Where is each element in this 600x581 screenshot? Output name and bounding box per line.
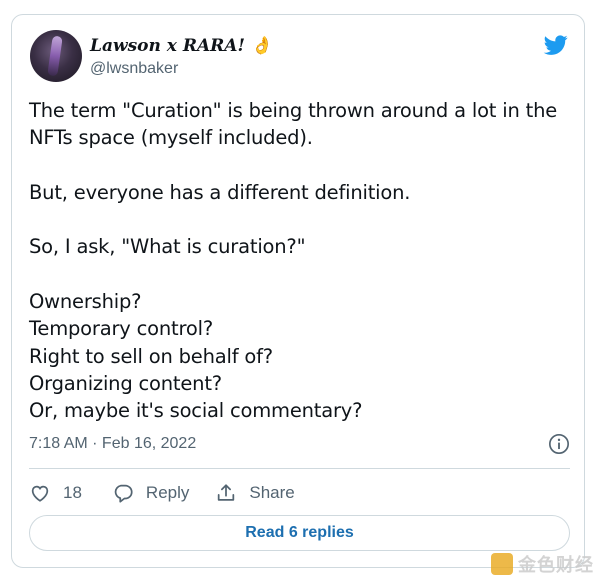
tweet-card: Lawson x RARA! 👌 @lwsnbaker The term "Cu… — [11, 14, 585, 568]
like-button[interactable]: 18 — [29, 482, 82, 504]
watermark-logo-icon — [491, 553, 513, 575]
share-button[interactable]: Share — [215, 482, 295, 504]
watermark-text: 金色财经 — [518, 555, 594, 575]
avatar-image — [47, 35, 63, 77]
reply-button[interactable]: Reply — [112, 482, 189, 504]
tweet-actions: 18 Reply Share — [29, 481, 295, 505]
share-label: Share — [249, 483, 295, 502]
heart-icon — [31, 485, 49, 502]
read-replies-button[interactable]: Read 6 replies — [29, 515, 570, 551]
author-name[interactable]: Lawson x RARA! 👌 — [90, 36, 272, 56]
twitter-bird-icon[interactable] — [542, 33, 570, 57]
tweet-text: The term "Curation" is being thrown arou… — [29, 99, 558, 423]
tweet-timestamp[interactable]: 7:18 AM · Feb 16, 2022 — [29, 435, 196, 453]
reply-label: Reply — [145, 483, 190, 502]
watermark: 金色财经 — [491, 551, 594, 577]
share-upload-icon — [218, 484, 235, 501]
avatar[interactable] — [30, 30, 82, 82]
divider — [29, 468, 570, 469]
speech-bubble-icon — [114, 484, 133, 503]
info-icon[interactable] — [548, 433, 570, 455]
author-handle[interactable]: @lwsnbaker — [90, 60, 178, 78]
like-count: 18 — [63, 483, 82, 502]
